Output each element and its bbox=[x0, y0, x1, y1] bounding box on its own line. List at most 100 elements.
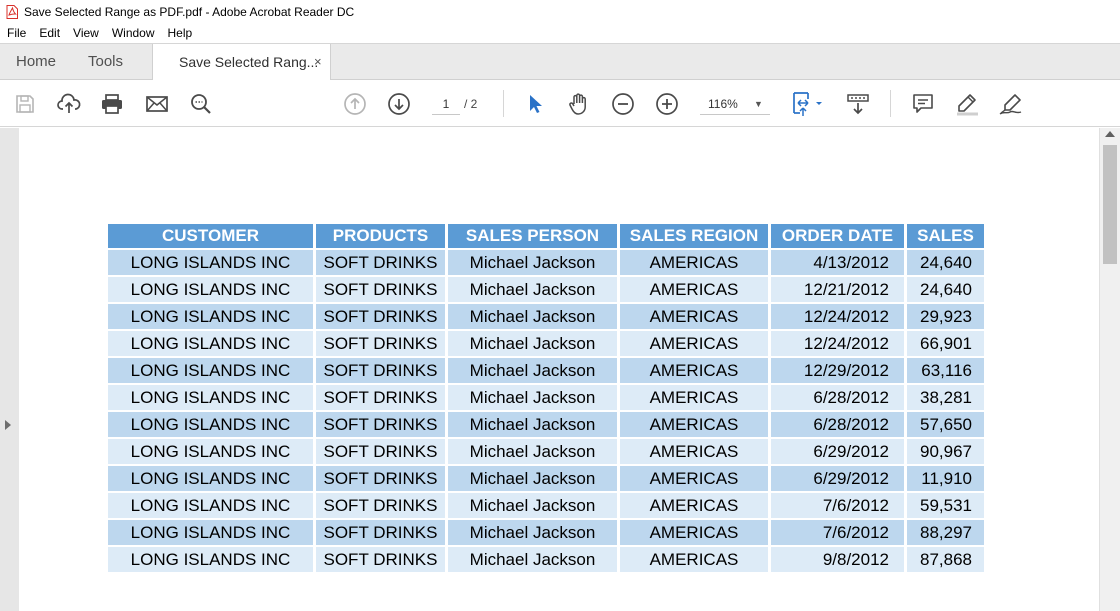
print-icon[interactable] bbox=[99, 91, 125, 117]
table-cell: 66,901 bbox=[907, 331, 984, 356]
table-cell: LONG ISLANDS INC bbox=[108, 439, 313, 464]
menu-bar: File Edit View Window Help bbox=[0, 23, 1120, 43]
table-cell: 12/21/2012 bbox=[771, 277, 904, 302]
tab-home[interactable]: Home bbox=[16, 44, 56, 80]
table-body: LONG ISLANDS INC SOFT DRINKS Michael Jacks… bbox=[108, 250, 984, 572]
fit-page-icon[interactable] bbox=[788, 91, 826, 117]
column-header: SALES bbox=[907, 224, 984, 248]
table-cell: AMERICAS bbox=[620, 358, 768, 383]
toolbar: 1 / 2 116% ▼ bbox=[0, 80, 1120, 127]
table-row: LONG ISLANDS INC SOFT DRINKS Michael Jacks… bbox=[108, 250, 984, 275]
pdf-file-icon bbox=[6, 4, 18, 19]
close-tab-icon[interactable]: × bbox=[314, 44, 322, 80]
find-text-icon[interactable] bbox=[188, 91, 214, 117]
menu-file[interactable]: File bbox=[7, 26, 26, 40]
table-cell: SOFT DRINKS bbox=[316, 304, 445, 329]
table-cell: 6/29/2012 bbox=[771, 466, 904, 491]
table-cell: 29,923 bbox=[907, 304, 984, 329]
zoom-level-value: 116% bbox=[708, 97, 738, 111]
table-cell: AMERICAS bbox=[620, 250, 768, 275]
zoom-level-dropdown[interactable]: 116% ▼ bbox=[700, 93, 770, 115]
tab-document[interactable]: Save Selected Rang... × bbox=[152, 44, 331, 81]
table-cell: SOFT DRINKS bbox=[316, 358, 445, 383]
upload-cloud-icon[interactable] bbox=[56, 91, 82, 117]
table-cell: 38,281 bbox=[907, 385, 984, 410]
table-cell: SOFT DRINKS bbox=[316, 493, 445, 518]
email-icon[interactable] bbox=[144, 91, 170, 117]
table-row: LONG ISLANDS INC SOFT DRINKS Michael Jacks… bbox=[108, 520, 984, 545]
table-cell: 6/28/2012 bbox=[771, 385, 904, 410]
table-cell: SOFT DRINKS bbox=[316, 547, 445, 572]
table-cell: AMERICAS bbox=[620, 439, 768, 464]
table-cell: Michael Jackson bbox=[448, 250, 617, 275]
comment-icon[interactable] bbox=[910, 91, 936, 117]
highlight-pen-icon[interactable] bbox=[954, 91, 980, 117]
menu-edit[interactable]: Edit bbox=[39, 26, 60, 40]
table-cell: 24,640 bbox=[907, 250, 984, 275]
table-cell: Michael Jackson bbox=[448, 547, 617, 572]
column-header: SALES PERSON bbox=[448, 224, 617, 248]
tab-tools[interactable]: Tools bbox=[88, 44, 123, 80]
sign-pen-icon[interactable] bbox=[998, 91, 1024, 117]
table-cell: Michael Jackson bbox=[448, 304, 617, 329]
save-icon[interactable] bbox=[12, 91, 38, 117]
table-cell: 88,297 bbox=[907, 520, 984, 545]
table-cell: SOFT DRINKS bbox=[316, 385, 445, 410]
table-cell: AMERICAS bbox=[620, 331, 768, 356]
page-total: / 2 bbox=[464, 97, 478, 111]
table-cell: AMERICAS bbox=[620, 277, 768, 302]
scrolling-mode-icon[interactable] bbox=[845, 91, 871, 117]
table-cell: Michael Jackson bbox=[448, 520, 617, 545]
select-cursor-icon[interactable] bbox=[522, 91, 548, 117]
table-cell: 6/29/2012 bbox=[771, 439, 904, 464]
table-row: LONG ISLANDS INC SOFT DRINKS Michael Jacks… bbox=[108, 547, 984, 572]
table-row: LONG ISLANDS INC SOFT DRINKS Michael Jacks… bbox=[108, 439, 984, 464]
table-cell: SOFT DRINKS bbox=[316, 331, 445, 356]
table-cell: LONG ISLANDS INC bbox=[108, 250, 313, 275]
table-row: LONG ISLANDS INC SOFT DRINKS Michael Jacks… bbox=[108, 358, 984, 383]
table-cell: SOFT DRINKS bbox=[316, 439, 445, 464]
table-cell: 9/8/2012 bbox=[771, 547, 904, 572]
menu-view[interactable]: View bbox=[73, 26, 99, 40]
pdf-page: CUSTOMER PRODUCTS SALES PERSON SALES REG… bbox=[19, 128, 1099, 611]
table-cell: 7/6/2012 bbox=[771, 493, 904, 518]
tab-bar: Home Tools Save Selected Rang... × bbox=[0, 43, 1120, 81]
previous-page-icon[interactable] bbox=[342, 91, 368, 117]
document-viewer: CUSTOMER PRODUCTS SALES PERSON SALES REG… bbox=[0, 128, 1120, 611]
expand-panel-icon[interactable] bbox=[5, 420, 11, 430]
table-cell: LONG ISLANDS INC bbox=[108, 385, 313, 410]
table-cell: SOFT DRINKS bbox=[316, 277, 445, 302]
title-bar: Save Selected Range as PDF.pdf - Adobe A… bbox=[0, 0, 1120, 23]
table-cell: SOFT DRINKS bbox=[316, 466, 445, 491]
vertical-scrollbar[interactable] bbox=[1099, 128, 1120, 611]
table-cell: 24,640 bbox=[907, 277, 984, 302]
table-cell: 12/24/2012 bbox=[771, 331, 904, 356]
table-row: LONG ISLANDS INC SOFT DRINKS Michael Jacks… bbox=[108, 466, 984, 491]
table-row: LONG ISLANDS INC SOFT DRINKS Michael Jacks… bbox=[108, 304, 984, 329]
table-cell: 57,650 bbox=[907, 412, 984, 437]
zoom-in-icon[interactable] bbox=[654, 91, 680, 117]
table-cell: Michael Jackson bbox=[448, 466, 617, 491]
menu-help[interactable]: Help bbox=[168, 26, 193, 40]
table-cell: AMERICAS bbox=[620, 466, 768, 491]
zoom-out-icon[interactable] bbox=[610, 91, 636, 117]
table-cell: SOFT DRINKS bbox=[316, 520, 445, 545]
table-row: LONG ISLANDS INC SOFT DRINKS Michael Jacks… bbox=[108, 385, 984, 410]
table-cell: 59,531 bbox=[907, 493, 984, 518]
table-cell: 63,116 bbox=[907, 358, 984, 383]
page-number-input[interactable]: 1 bbox=[432, 93, 460, 115]
table-row: LONG ISLANDS INC SOFT DRINKS Michael Jacks… bbox=[108, 277, 984, 302]
hand-tool-icon[interactable] bbox=[566, 91, 592, 117]
next-page-icon[interactable] bbox=[386, 91, 412, 117]
table-cell: LONG ISLANDS INC bbox=[108, 331, 313, 356]
scrollbar-thumb[interactable] bbox=[1103, 145, 1117, 264]
left-panel-toggle[interactable] bbox=[0, 128, 19, 611]
table-cell: AMERICAS bbox=[620, 520, 768, 545]
toolbar-divider bbox=[503, 90, 504, 117]
table-cell: AMERICAS bbox=[620, 547, 768, 572]
scroll-up-icon[interactable] bbox=[1105, 131, 1115, 137]
column-header: ORDER DATE bbox=[771, 224, 904, 248]
menu-window[interactable]: Window bbox=[112, 26, 155, 40]
table-cell: LONG ISLANDS INC bbox=[108, 358, 313, 383]
table-cell: Michael Jackson bbox=[448, 385, 617, 410]
